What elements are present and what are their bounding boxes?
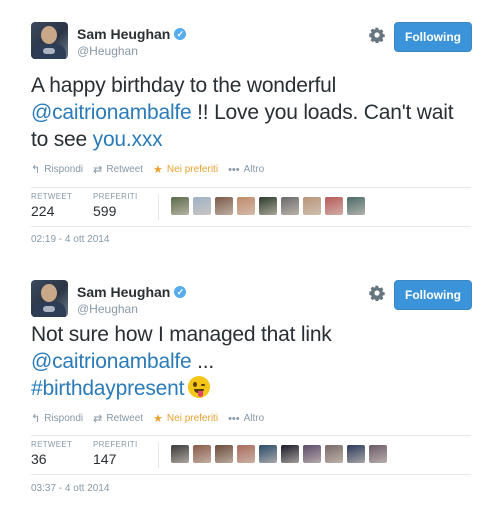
favorite-stat[interactable]: PREFERITI 599 <box>93 192 137 219</box>
favorite-count: 599 <box>93 203 117 219</box>
favoriter-avatar[interactable] <box>347 445 365 463</box>
more-button[interactable]: ••• Altro <box>228 413 264 425</box>
author-name-row[interactable]: Sam Heughan ✓ <box>77 26 187 42</box>
favoriter-avatar[interactable] <box>369 445 387 463</box>
favoriter-avatar[interactable] <box>171 445 189 463</box>
favorite-stat-label: PREFERITI <box>93 440 138 449</box>
display-name[interactable]: Sam Heughan <box>77 284 170 300</box>
favorited-by-avatars <box>171 445 391 463</box>
retweet-count: 36 <box>31 451 47 467</box>
favoriter-avatar[interactable] <box>259 445 277 463</box>
favorite-button[interactable]: ★ Nei preferiti <box>153 163 218 176</box>
favorite-label: Nei preferiti <box>166 164 219 175</box>
stats-divider <box>158 194 159 220</box>
more-label: Altro <box>243 164 265 175</box>
retweet-icon: ⇄ <box>93 164 103 176</box>
favoriter-avatar[interactable] <box>325 445 343 463</box>
reply-label: Rispondi <box>44 164 84 175</box>
favoriter-avatar[interactable] <box>237 445 255 463</box>
hashtag-link[interactable]: #birthdaypresent <box>31 377 184 400</box>
tweet-stats: RETWEET 224 PREFERITI 599 <box>31 187 471 227</box>
retweet-stat-label: RETWEET <box>31 192 73 201</box>
retweet-button[interactable]: ⇄ Retweet <box>93 412 143 425</box>
favoriter-avatar[interactable] <box>325 197 343 215</box>
reply-button[interactable]: ↰ Rispondi <box>31 163 83 176</box>
favorite-count: 147 <box>93 451 117 467</box>
timestamp[interactable]: 02:19 - 4 ott 2014 <box>31 234 109 245</box>
retweet-label: Retweet <box>106 164 144 175</box>
avatar[interactable] <box>31 22 68 59</box>
favoriter-avatar[interactable] <box>193 197 211 215</box>
favoriter-avatar[interactable] <box>193 445 211 463</box>
tweet-text-part: ... <box>191 350 215 373</box>
reply-icon: ↰ <box>31 413 41 425</box>
url-link[interactable]: you.xxx <box>93 128 163 151</box>
retweet-stat[interactable]: RETWEET 36 <box>31 440 72 467</box>
favoriter-avatar[interactable] <box>347 197 365 215</box>
gear-icon[interactable] <box>369 285 385 301</box>
favoriter-avatar[interactable] <box>171 197 189 215</box>
tweet-actions: ↰ Rispondi ⇄ Retweet ★ Nei preferiti •••… <box>31 163 274 177</box>
timestamp[interactable]: 03:37 - 4 ott 2014 <box>31 483 109 494</box>
tweet-text-part: A happy birthday to the wonderful <box>31 74 337 97</box>
mention-link[interactable]: @caitrionambalfe <box>31 101 192 124</box>
verified-badge-icon: ✓ <box>174 286 187 298</box>
favoriter-avatar[interactable] <box>259 197 277 215</box>
more-label: Altro <box>243 413 265 424</box>
favorite-label: Nei preferiti <box>166 413 219 424</box>
favoriter-avatar[interactable] <box>215 197 233 215</box>
retweet-stat-label: RETWEET <box>31 440 73 449</box>
reply-label: Rispondi <box>44 413 84 424</box>
star-icon: ★ <box>153 413 163 425</box>
favorited-by-avatars <box>171 197 369 215</box>
gear-icon[interactable] <box>369 27 385 43</box>
favoriter-avatar[interactable] <box>303 197 321 215</box>
stats-divider <box>158 442 159 468</box>
tweet-actions: ↰ Rispondi ⇄ Retweet ★ Nei preferiti •••… <box>31 412 274 426</box>
verified-badge-icon: ✓ <box>174 28 187 40</box>
star-icon: ★ <box>153 164 163 176</box>
following-button[interactable]: Following <box>394 22 472 52</box>
retweet-label: Retweet <box>106 413 144 424</box>
reply-button[interactable]: ↰ Rispondi <box>31 412 83 425</box>
favoriter-avatar[interactable] <box>237 197 255 215</box>
avatar[interactable] <box>31 280 68 317</box>
favoriter-avatar[interactable] <box>281 197 299 215</box>
favorite-stat[interactable]: PREFERITI 147 <box>93 440 137 467</box>
retweet-icon: ⇄ <box>93 413 103 425</box>
following-button[interactable]: Following <box>394 280 472 310</box>
retweet-count: 224 <box>31 203 55 219</box>
more-dots-icon: ••• <box>228 163 240 176</box>
mention-link[interactable]: @caitrionambalfe <box>31 350 192 373</box>
favorite-stat-label: PREFERITI <box>93 192 138 201</box>
tweet-text-part: Not sure how I managed that link <box>31 323 332 346</box>
more-dots-icon: ••• <box>228 412 240 425</box>
favoriter-avatar[interactable] <box>281 445 299 463</box>
author-name-row[interactable]: Sam Heughan ✓ <box>77 284 187 300</box>
favoriter-avatar[interactable] <box>215 445 233 463</box>
handle[interactable]: @Heughan <box>77 44 138 58</box>
reply-icon: ↰ <box>31 164 41 176</box>
tweet-text: A happy birthday to the wonderful @caitr… <box>31 72 471 153</box>
favoriter-avatar[interactable] <box>303 445 321 463</box>
handle[interactable]: @Heughan <box>77 302 138 316</box>
more-button[interactable]: ••• Altro <box>228 164 264 176</box>
retweet-button[interactable]: ⇄ Retweet <box>93 163 143 176</box>
retweet-stat[interactable]: RETWEET 224 <box>31 192 72 219</box>
display-name[interactable]: Sam Heughan <box>77 26 170 42</box>
favorite-button[interactable]: ★ Nei preferiti <box>153 412 218 425</box>
tweet-stats: RETWEET 36 PREFERITI 147 <box>31 435 471 475</box>
winking-tongue-face-emoji <box>188 376 211 398</box>
tweet-text: Not sure how I managed that link @caitri… <box>31 321 471 402</box>
